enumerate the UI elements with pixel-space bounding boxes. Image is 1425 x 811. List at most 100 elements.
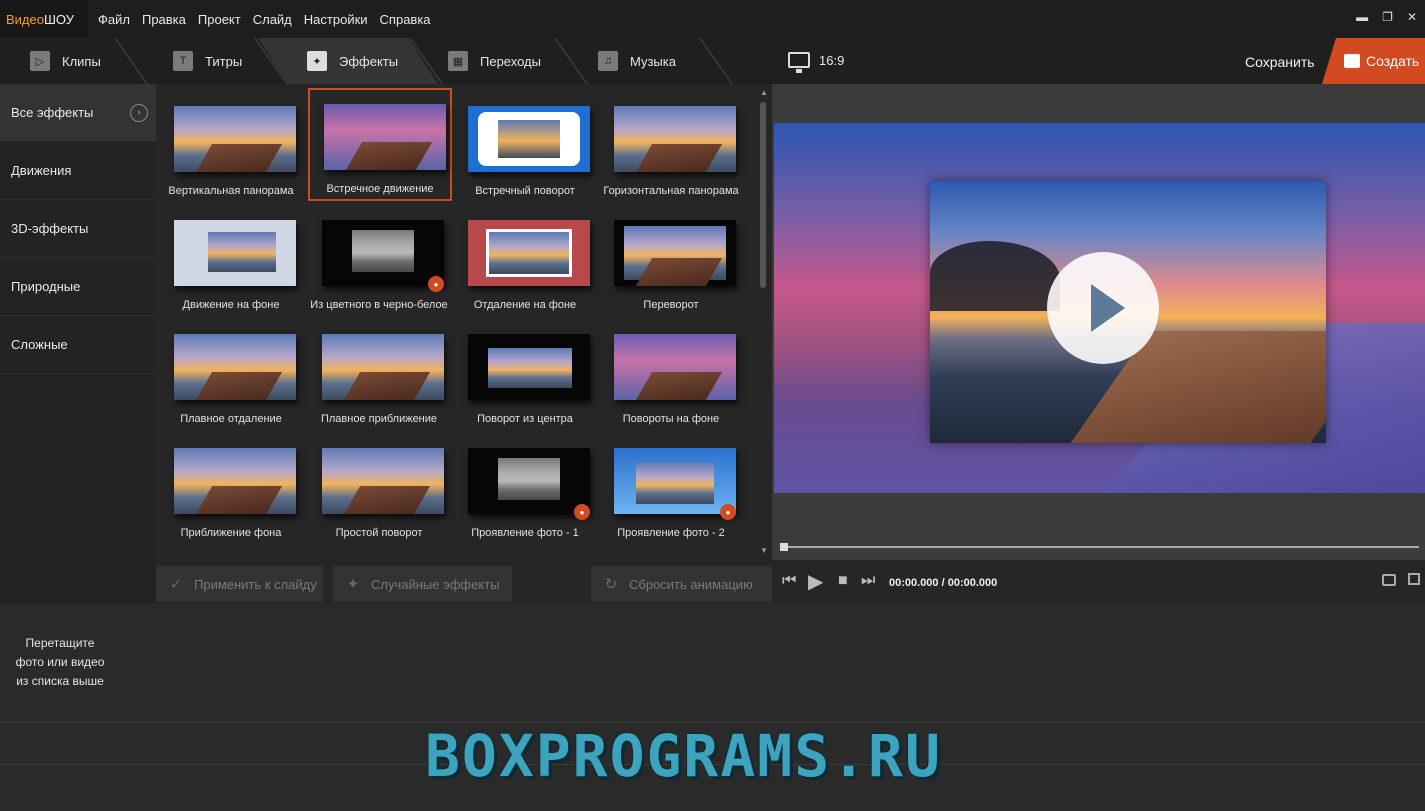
effect-item[interactable]: Поворот из центра — [452, 318, 598, 432]
effects-grid: Вертикальная панорама Встречное движение… — [156, 84, 756, 560]
effect-item[interactable]: Встречный поворот — [452, 90, 598, 204]
skip-forward-icon[interactable]: ⏭ — [861, 572, 875, 590]
effect-thumbnail — [468, 106, 590, 172]
menu-project[interactable]: Проект — [198, 12, 241, 27]
watermark-text: BOXPROGRAMS.RU — [425, 722, 942, 790]
tab-effects[interactable]: ✦ Эффекты — [307, 38, 398, 84]
effect-item[interactable]: Горизонтальная панорама — [598, 90, 744, 204]
menu-settings[interactable]: Настройки — [304, 12, 368, 27]
seek-bar[interactable] — [772, 540, 1425, 554]
play-icon: ▷ — [30, 51, 50, 71]
effect-item-selected[interactable]: Встречное движение — [308, 88, 452, 201]
video-preview-panel — [772, 84, 1425, 560]
category-complex[interactable]: Сложные — [0, 316, 156, 374]
app-logo: Видео ШОУ — [0, 0, 88, 38]
effect-thumbnail — [174, 220, 296, 286]
category-motion[interactable]: Движения — [0, 142, 156, 200]
category-sidebar: Все эффекты › Движения 3D-эффекты Природ… — [0, 84, 156, 604]
effect-thumbnail — [468, 220, 590, 286]
save-button[interactable]: Сохранить — [1245, 54, 1315, 70]
create-button[interactable]: Создать — [1322, 38, 1425, 84]
skip-back-icon[interactable]: ⏮ — [782, 572, 796, 590]
tab-separator — [553, 38, 589, 84]
menu-bar: Видео ШОУ Файл Правка Проект Слайд Настро… — [0, 0, 1425, 38]
effect-item[interactable]: Простой поворот — [306, 432, 452, 546]
menu-slide[interactable]: Слайд — [253, 12, 292, 27]
tab-separator — [113, 38, 149, 84]
effect-item[interactable]: ● Из цветного в черно-белое — [306, 204, 452, 318]
stop-icon[interactable]: ■ — [838, 572, 848, 590]
random-effects-button[interactable]: ✦ Случайные эффекты — [333, 566, 512, 602]
category-all-effects[interactable]: Все эффекты › — [0, 84, 156, 142]
tab-separator — [698, 38, 734, 84]
camera-icon: ● — [574, 504, 590, 520]
reset-animation-button[interactable]: ↻ Сбросить анимацию — [591, 566, 772, 602]
close-icon[interactable]: ✕ — [1407, 10, 1417, 24]
effect-item[interactable]: Повороты на фоне — [598, 318, 744, 432]
effect-thumbnail — [614, 106, 736, 172]
effect-thumbnail — [324, 104, 446, 170]
time-display: 00:00.000 / 00:00.000 — [889, 577, 998, 589]
magic-wand-icon: ✦ — [346, 576, 360, 593]
category-nature[interactable]: Природные — [0, 258, 156, 316]
tab-bar: ▷ Клипы T Титры ✦ Эффекты ▦ Переходы ♫ М… — [0, 38, 772, 84]
music-icon: ♫ — [598, 51, 618, 71]
effect-item[interactable]: ● Проявление фото - 1 — [452, 432, 598, 546]
effect-item[interactable]: ● Проявление фото - 2 — [598, 432, 744, 546]
clapper-icon: ▦ — [448, 51, 468, 71]
effect-thumbnail — [174, 106, 296, 172]
tab-music[interactable]: ♫ Музыка — [598, 38, 676, 84]
menu-file[interactable]: Файл — [98, 12, 130, 27]
effect-item[interactable]: Движение на фоне — [158, 204, 304, 318]
play-overlay-icon[interactable] — [1047, 252, 1159, 364]
effect-thumbnail — [468, 334, 590, 400]
restore-icon[interactable]: ❐ — [1382, 10, 1393, 24]
chevron-right-icon: › — [130, 103, 148, 122]
monitor-icon[interactable] — [788, 52, 810, 73]
preview-toolbar: 16:9 Сохранить Создать — [772, 38, 1425, 84]
tab-clips[interactable]: ▷ Клипы — [30, 38, 101, 84]
effect-thumbnail — [468, 448, 590, 514]
effect-thumbnail — [322, 334, 444, 400]
effect-item[interactable]: Плавное отдаление — [158, 318, 304, 432]
tab-titles[interactable]: T Титры — [173, 38, 242, 84]
effects-scrollbar[interactable]: ▲ ▼ — [756, 84, 772, 560]
playback-controls: ⏮ ▶ ■ ⏭ 00:00.000 / 00:00.000 — [772, 560, 1425, 604]
effect-thumbnail — [322, 220, 444, 286]
effect-thumbnail — [322, 448, 444, 514]
effect-thumbnail — [174, 448, 296, 514]
effect-item[interactable]: Вертикальная панорама — [158, 90, 304, 204]
minimize-icon[interactable]: ▬ — [1356, 10, 1368, 24]
effect-thumbnail — [614, 220, 736, 286]
menu-edit[interactable]: Правка — [142, 12, 186, 27]
scrollbar-thumb[interactable] — [760, 102, 766, 288]
seek-handle[interactable] — [780, 543, 788, 551]
snapshot-camera-icon[interactable] — [1382, 574, 1396, 586]
scroll-down-icon[interactable]: ▼ — [756, 544, 772, 558]
camera-icon: ● — [428, 276, 444, 292]
magic-wand-icon: ✦ — [307, 51, 327, 71]
effect-item[interactable]: Плавное приближение — [306, 318, 452, 432]
menu-help[interactable]: Справка — [380, 12, 431, 27]
effect-actions: ✓ Применить к слайду ✦ Случайные эффекты… — [156, 560, 772, 604]
window-controls: ▬ ❐ ✕ — [1356, 10, 1417, 24]
effect-thumbnail — [614, 334, 736, 400]
preview-image — [774, 123, 1425, 493]
effect-item[interactable]: Отдаление на фоне — [452, 204, 598, 318]
tab-transitions[interactable]: ▦ Переходы — [448, 38, 541, 84]
text-icon: T — [173, 51, 193, 71]
checkmark-icon: ✓ — [169, 576, 183, 593]
scroll-up-icon[interactable]: ▲ — [756, 86, 772, 100]
apply-to-slide-button[interactable]: ✓ Применить к слайду — [156, 566, 323, 602]
camera-icon: ● — [720, 504, 736, 520]
fullscreen-icon[interactable] — [1408, 573, 1420, 585]
category-3d-effects[interactable]: 3D-эффекты — [0, 200, 156, 258]
play-icon[interactable]: ▶ — [808, 569, 823, 594]
drop-hint: Перетащите фото или видео из списка выше — [15, 636, 105, 688]
timeline[interactable]: Перетащите фото или видео из списка выше… — [0, 604, 1425, 811]
effect-item[interactable]: Приближение фона — [158, 432, 304, 546]
effect-thumbnail — [174, 334, 296, 400]
aspect-ratio[interactable]: 16:9 — [819, 53, 844, 68]
refresh-icon: ↻ — [604, 576, 618, 593]
effect-item[interactable]: Переворот — [598, 204, 744, 318]
